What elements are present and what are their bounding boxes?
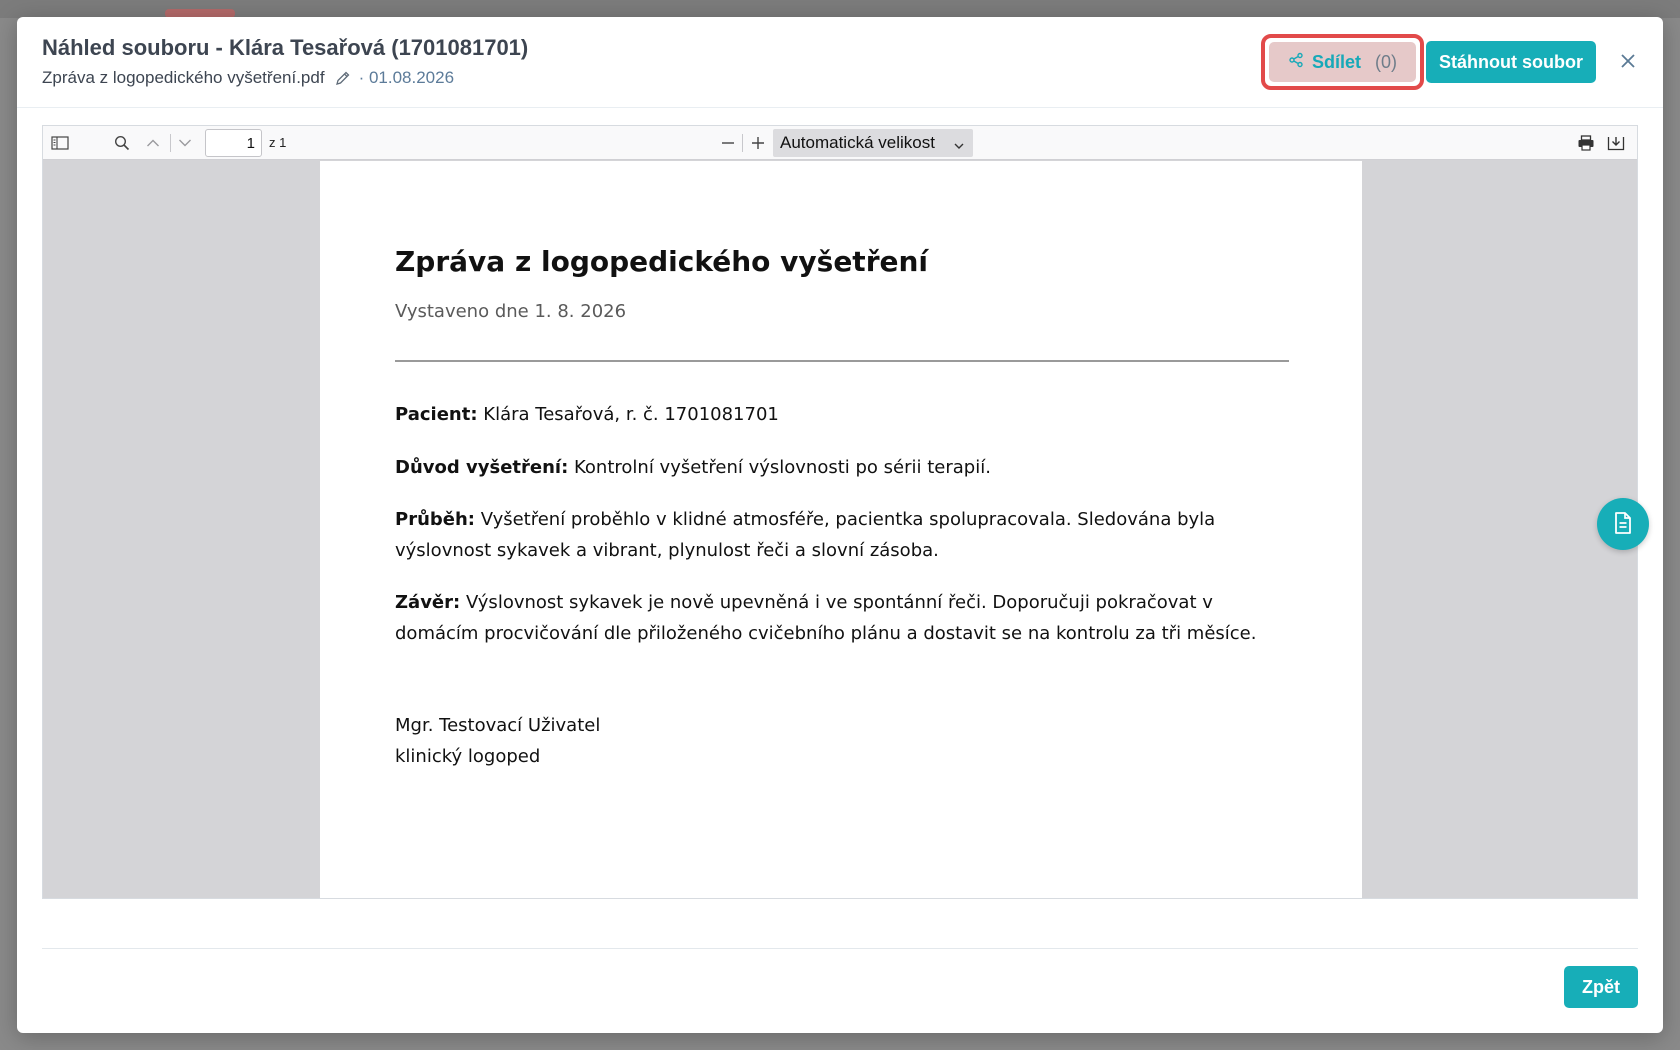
patient-value: Klára Tesařová, r. č. 1701081701	[483, 404, 779, 425]
patient-label: Pacient:	[395, 404, 478, 425]
printer-icon[interactable]	[1577, 134, 1595, 152]
pdf-viewer: z 1 Automatická velikost Zpráva	[42, 125, 1638, 899]
minus-icon[interactable]	[719, 134, 737, 152]
download-icon[interactable]	[1607, 134, 1625, 152]
reason-value: Kontrolní vyšetření výslovnosti po sérii…	[574, 457, 991, 478]
back-button[interactable]: Zpět	[1564, 966, 1638, 1008]
page-count: z 1	[269, 135, 287, 150]
pencil-icon[interactable]	[335, 70, 351, 86]
conclusion-value: Výslovnost sykavek je nově upevněná i ve…	[395, 592, 1257, 644]
pdf-toolbar: z 1 Automatická velikost	[43, 126, 1637, 160]
zoom-select[interactable]: Automatická velikost	[773, 129, 973, 157]
document-icon	[1612, 511, 1634, 538]
conclusion-label: Závěr:	[395, 592, 461, 613]
reason-label: Důvod vyšetření:	[395, 457, 569, 478]
share-icon	[1288, 52, 1304, 73]
file-info: Zpráva z logopedického vyšetření.pdf · 0…	[42, 68, 454, 88]
footer-divider	[42, 948, 1638, 949]
header-divider	[17, 107, 1663, 108]
sidebar-toggle-icon[interactable]	[51, 134, 69, 152]
signature-block: Mgr. Testovací Uživatel klinický logoped	[395, 710, 600, 772]
backdrop	[0, 0, 1680, 18]
course-value: Vyšetření proběhlo v klidné atmosféře, p…	[395, 509, 1216, 561]
course-paragraph: Průběh: Vyšetření proběhlo v klidné atmo…	[395, 504, 1295, 566]
pdf-page: Zpráva z logopedického vyšetření Vystave…	[320, 161, 1362, 898]
conclusion-paragraph: Závěr: Výslovnost sykavek je nově upevně…	[395, 587, 1295, 649]
chevron-down-icon	[953, 137, 965, 149]
course-label: Průběh:	[395, 509, 475, 530]
download-file-button[interactable]: Stáhnout soubor	[1426, 41, 1596, 83]
close-icon	[1620, 53, 1636, 72]
document-divider	[395, 360, 1289, 362]
share-label: Sdílet	[1311, 51, 1361, 72]
search-icon[interactable]	[113, 134, 131, 152]
reason-paragraph: Důvod vyšetření: Kontrolní vyšetření výs…	[395, 452, 1295, 483]
signature-role: klinický logoped	[395, 746, 541, 767]
zoom-label: Automatická velikost	[780, 133, 935, 152]
share-count: (0)	[1375, 51, 1397, 72]
patient-paragraph: Pacient: Klára Tesařová, r. č. 170108170…	[395, 399, 1295, 430]
file-name: Zpráva z logopedického vyšetření.pdf	[42, 68, 325, 87]
chevron-up-icon[interactable]	[144, 134, 162, 152]
signature-name: Mgr. Testovací Uživatel	[395, 715, 601, 736]
toolbar-separator	[170, 134, 171, 152]
page-number-input[interactable]	[205, 129, 262, 157]
plus-icon[interactable]	[749, 134, 767, 152]
close-button[interactable]	[1615, 49, 1641, 75]
file-date: · 01.08.2026	[358, 68, 455, 87]
file-preview-modal: Náhled souboru - Klára Tesařová (1701081…	[17, 17, 1663, 1033]
share-button[interactable]: Sdílet (0)	[1269, 42, 1416, 82]
chevron-down-icon[interactable]	[176, 134, 194, 152]
document-issued-date: Vystaveno dne 1. 8. 2026	[395, 301, 627, 322]
document-title: Zpráva z logopedického vyšetření	[395, 245, 929, 278]
modal-title: Náhled souboru - Klára Tesařová (1701081…	[42, 35, 529, 60]
toolbar-separator	[742, 134, 743, 152]
floating-document-button[interactable]	[1597, 498, 1649, 550]
modal-header: Náhled souboru - Klára Tesařová (1701081…	[17, 17, 1663, 107]
